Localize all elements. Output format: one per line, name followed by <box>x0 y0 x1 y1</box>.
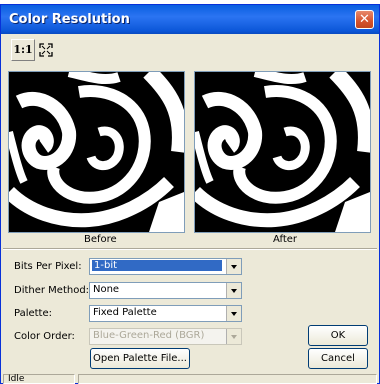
dialog-title: Color Resolution <box>9 12 130 27</box>
palette-value: Fixed Palette <box>93 307 157 318</box>
after-preview <box>194 71 371 233</box>
color-order-label: Color Order: <box>14 331 75 342</box>
cancel-button[interactable]: Cancel <box>308 348 368 369</box>
palette-label: Palette: <box>14 308 53 319</box>
color-order-select: Blue-Green-Red (BGR) <box>89 328 242 345</box>
color-order-value: Blue-Green-Red (BGR) <box>93 330 205 341</box>
status-bar: Idle <box>3 374 377 384</box>
bits-per-pixel-label: Bits Per Pixel: <box>14 261 82 272</box>
divider <box>3 248 377 250</box>
zoom-actual-size-button[interactable]: 1:1 <box>11 39 35 61</box>
dither-method-value: None <box>93 284 120 295</box>
chevron-down-icon[interactable] <box>226 283 241 298</box>
color-resolution-dialog: Color Resolution ✕ 1:1 Before After Bits… <box>0 4 380 384</box>
chevron-down-icon <box>226 329 241 344</box>
bits-per-pixel-select[interactable]: 1-bit <box>89 258 242 275</box>
fit-to-window-icon[interactable] <box>39 43 53 57</box>
dither-method-label: Dither Method: <box>14 285 90 296</box>
after-caption: After <box>273 234 298 245</box>
palette-select[interactable]: Fixed Palette <box>89 305 242 322</box>
after-image <box>195 72 370 232</box>
status-panel <box>78 374 377 384</box>
status-text: Idle <box>3 374 75 384</box>
before-caption: Before <box>84 234 117 245</box>
title-bar[interactable]: Color Resolution ✕ <box>1 5 379 34</box>
bits-per-pixel-value: 1-bit <box>92 260 222 271</box>
close-icon: ✕ <box>359 12 370 27</box>
chevron-down-icon[interactable] <box>226 259 241 274</box>
before-image <box>9 72 184 232</box>
open-palette-file-button[interactable]: Open Palette File... <box>90 348 190 369</box>
chevron-down-icon[interactable] <box>226 306 241 321</box>
before-preview <box>8 71 185 233</box>
close-button[interactable]: ✕ <box>355 10 374 29</box>
dither-method-select[interactable]: None <box>89 282 242 299</box>
ok-button[interactable]: OK <box>308 325 368 346</box>
